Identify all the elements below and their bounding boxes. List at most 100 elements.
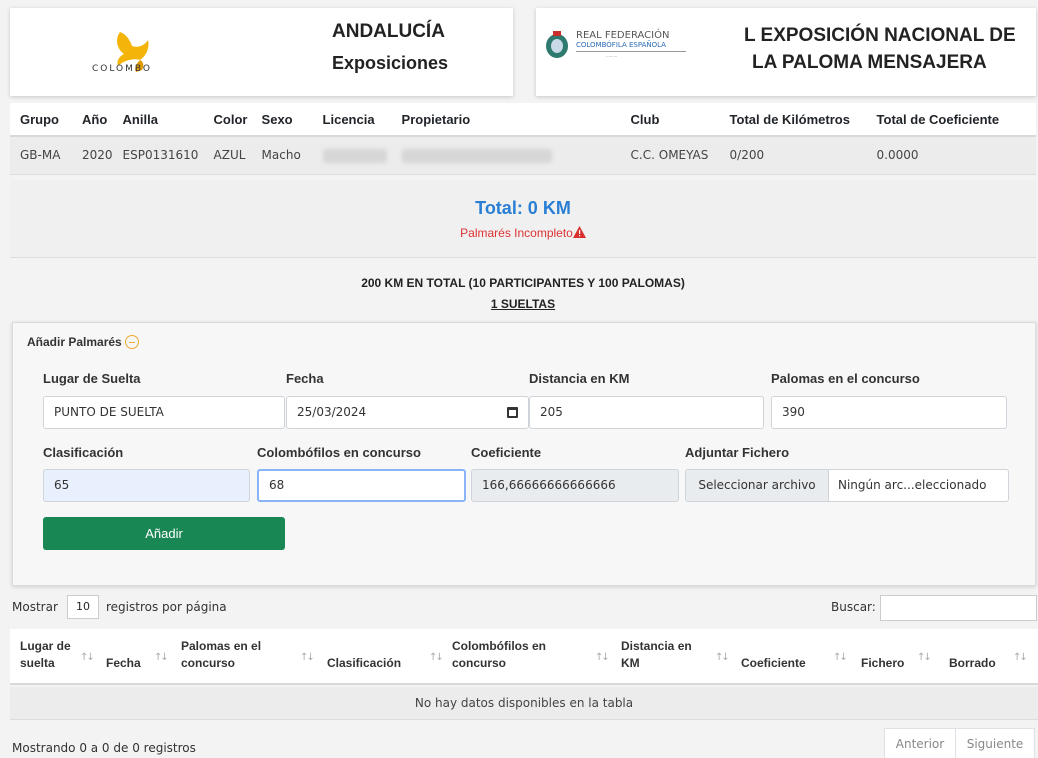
fecha-label: Fecha xyxy=(286,371,324,386)
pigeon-info-table: Grupo Año Anilla Color Sexo Licencia Pro… xyxy=(10,103,1036,175)
cell-anio: 2020 xyxy=(72,136,113,175)
header-card-andalucia: COLOMBO ANDALUCÍA Exposiciones xyxy=(10,8,513,96)
exposition-title-line2: LA PALOMA MENSAJERA xyxy=(752,52,987,73)
total-km: Total: 0 KM xyxy=(475,198,571,218)
rfce-emblem-icon xyxy=(546,31,568,58)
cell-licencia-redacted xyxy=(312,136,392,175)
th-distancia-line2: KM xyxy=(621,656,640,670)
fichero-label: Adjuntar Fichero xyxy=(685,445,790,460)
pigeon-table-header: Grupo Año Anilla Color Sexo Licencia Pro… xyxy=(10,103,1036,137)
col-anilla: Anilla xyxy=(112,103,204,137)
summary-sueltas-link[interactable]: 1 SUELTAS xyxy=(10,297,1036,311)
select-file-button[interactable]: Seleccionar archivo xyxy=(686,470,829,501)
sort-icon[interactable]: ↑↓ xyxy=(154,652,169,663)
calendar-icon[interactable] xyxy=(507,407,518,418)
fecha-value: 25/03/2024 xyxy=(297,405,367,419)
palomas-label: Palomas en el concurso xyxy=(771,371,920,386)
th-coeficiente[interactable]: Coeficiente xyxy=(741,655,806,672)
sort-icon[interactable]: ↑↓ xyxy=(715,652,730,663)
sort-icon[interactable]: ↑↓ xyxy=(300,652,315,663)
th-lugar-line2: suelta xyxy=(20,656,55,670)
sort-icon[interactable]: ↑↓ xyxy=(833,652,848,663)
coeficiente-output: 166,66666666666666 xyxy=(471,469,679,502)
colombofilos-label: Colombófilos en concurso xyxy=(257,445,421,460)
clasificacion-input[interactable]: 65 xyxy=(43,469,250,502)
th-borrado[interactable]: Borrado xyxy=(949,655,996,672)
sort-icon[interactable]: ↑↓ xyxy=(595,652,610,663)
th-colombofilos-line1: Colombófilos en xyxy=(452,639,546,653)
palmares-warning: Palmarés Incompleto xyxy=(10,226,1036,240)
th-fecha[interactable]: Fecha xyxy=(106,655,141,672)
th-colombofilos-line2: concurso xyxy=(452,656,507,670)
cell-club: C.C. OMEYAS xyxy=(620,136,720,175)
col-grupo: Grupo xyxy=(10,103,72,137)
colombo-bird-logo-icon xyxy=(117,32,149,72)
sort-icon[interactable]: ↑↓ xyxy=(80,652,95,663)
distancia-label: Distancia en KM xyxy=(529,371,630,386)
exposition-title-line1: L EXPOSICIÓN NACIONAL DE xyxy=(744,25,1016,46)
col-licencia: Licencia xyxy=(312,103,392,137)
clasificacion-label: Clasificación xyxy=(43,445,124,460)
cell-anilla: ESP0131610 xyxy=(112,136,204,175)
col-sexo: Sexo xyxy=(251,103,313,137)
sort-icon[interactable]: ↑↓ xyxy=(1013,652,1028,663)
search-input[interactable] xyxy=(880,595,1037,621)
table-empty-message: No hay datos disponibles en la tabla xyxy=(10,687,1038,720)
th-clasificacion[interactable]: Clasificación xyxy=(327,655,401,672)
summary-total: 200 KM EN TOTAL (10 PARTICIPANTES Y 100 … xyxy=(361,276,685,290)
cell-color: AZUL xyxy=(203,136,252,175)
rfce-founded-text: ········· xyxy=(606,54,618,59)
palmares-table-header: Lugar de suelta ↑↓ Fecha ↑↓ Palomas en el… xyxy=(10,629,1038,685)
length-suffix: registros por página xyxy=(106,600,227,614)
length-select[interactable]: 10 xyxy=(67,595,99,619)
file-input[interactable]: Seleccionar archivo Ningún arc...eleccio… xyxy=(685,469,1009,502)
pagination-previous[interactable]: Anterior xyxy=(884,728,956,758)
colombofilos-input[interactable]: 68 xyxy=(257,469,466,502)
distancia-input[interactable]: 205 xyxy=(529,396,764,429)
col-propietario: Propietario xyxy=(391,103,621,137)
fecha-input[interactable]: 25/03/2024 xyxy=(286,396,529,429)
add-button[interactable]: Añadir xyxy=(43,517,285,550)
palmares-warning-text: Palmarés Incompleto xyxy=(460,226,573,240)
file-name-text: Ningún arc...eleccionado xyxy=(838,478,987,492)
lugar-label: Lugar de Suelta xyxy=(43,371,141,386)
cell-grupo: GB-MA xyxy=(10,136,72,175)
col-total-km: Total de Kilómetros xyxy=(719,103,867,137)
col-club: Club xyxy=(620,103,720,137)
col-anio: Año xyxy=(72,103,113,137)
rfce-name-line2: COLOMBÓFILA ESPAÑOLA xyxy=(576,41,666,49)
th-palomas-line2: concurso xyxy=(181,656,236,670)
cell-total-coef: 0.0000 xyxy=(866,136,1036,175)
page-subtitle: Exposiciones xyxy=(332,53,449,73)
add-palmares-form: Añadir Palmarés Lugar de Suelta PUNTO DE… xyxy=(12,322,1036,586)
th-colombofilos[interactable]: Colombófilos en concurso xyxy=(452,638,546,672)
th-distancia[interactable]: Distancia en KM xyxy=(621,638,692,672)
search-label: Buscar: xyxy=(831,600,876,614)
length-prefix: Mostrar xyxy=(12,600,58,614)
th-fichero[interactable]: Fichero xyxy=(861,655,904,672)
th-lugar[interactable]: Lugar de suelta xyxy=(20,638,71,672)
total-panel: Total: 0 KM Palmarés Incompleto xyxy=(10,180,1036,258)
th-palomas-line1: Palomas en el xyxy=(181,639,262,653)
palomas-input[interactable]: 390 xyxy=(771,396,1007,429)
th-palomas[interactable]: Palomas en el concurso xyxy=(181,638,261,672)
warning-icon xyxy=(572,226,586,238)
cell-sexo: Macho xyxy=(251,136,313,175)
rfce-name-line1: REAL FEDERACIÓN xyxy=(576,30,670,41)
lugar-input[interactable]: PUNTO DE SUELTA xyxy=(43,396,285,429)
col-color: Color xyxy=(203,103,252,137)
sort-icon[interactable]: ↑↓ xyxy=(917,652,932,663)
form-title: Añadir Palmarés xyxy=(27,335,122,349)
collapse-minus-icon[interactable] xyxy=(125,335,139,349)
sort-icon[interactable]: ↑↓ xyxy=(429,652,444,663)
rfce-divider xyxy=(576,51,686,52)
table-info: Mostrando 0 a 0 de 0 registros xyxy=(12,741,196,755)
pagination-next[interactable]: Siguiente xyxy=(955,728,1035,758)
coeficiente-label: Coeficiente xyxy=(471,445,542,460)
table-row: GB-MA 2020 ESP0131610 AZUL Macho C.C. OM… xyxy=(10,136,1036,175)
cell-total-km: 0/200 xyxy=(719,136,867,175)
page-title: ANDALUCÍA xyxy=(332,21,445,42)
col-total-coef: Total de Coeficiente xyxy=(866,103,1036,137)
colombo-logo-text: COLOMBO xyxy=(92,64,153,74)
th-distancia-line1: Distancia en xyxy=(621,639,692,653)
